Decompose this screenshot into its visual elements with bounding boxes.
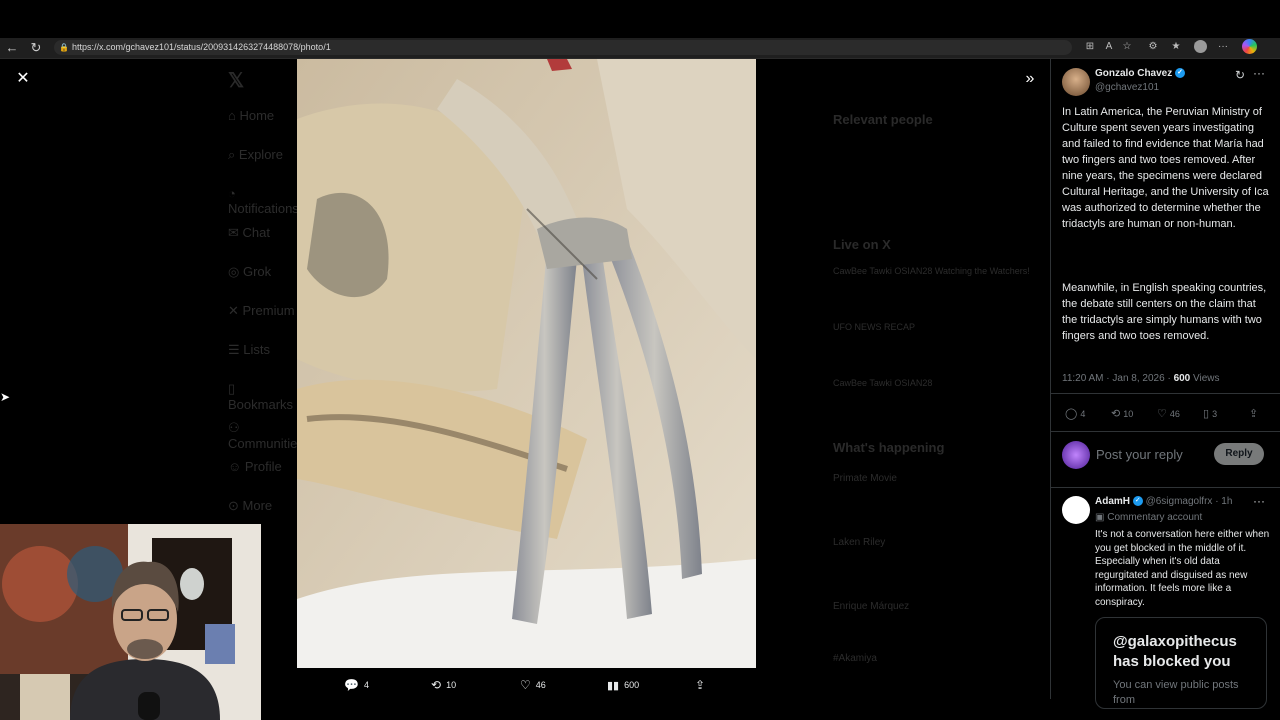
read-aloud-icon[interactable]: A xyxy=(1102,40,1116,54)
nav-item: ⌂ Home xyxy=(228,108,275,123)
more-icon[interactable]: ··· xyxy=(1216,40,1230,54)
back-icon[interactable]: ← xyxy=(4,40,20,56)
dimmed-sidebar: Relevant people Live on X CawBee Tawki O… xyxy=(833,112,1033,664)
photo-repost-button[interactable]: ⟲ 10 xyxy=(431,672,456,698)
webcam-image xyxy=(0,524,261,720)
dimmed-nav: ⌂ Home ⌕ Explore ◔ Notifications ✉ Chat … xyxy=(228,108,304,537)
relevant-people-header: Relevant people xyxy=(833,112,933,127)
post-panel: Gonzalo Chavez ✓ @gchavez101 ↻ ··· In La… xyxy=(1050,59,1280,709)
nav-item: ▯ Bookmarks xyxy=(228,381,294,412)
author-name: Gonzalo Chavez xyxy=(1095,68,1173,79)
reply-author-name: AdamH xyxy=(1095,496,1131,507)
divider xyxy=(1051,431,1280,432)
share-icon: ⇪ xyxy=(695,678,706,692)
views-icon: ▮▮ xyxy=(607,679,620,692)
address-bar[interactable]: 🔒 https://x.com/gchavez101/status/200931… xyxy=(54,40,1072,55)
nav-item: ☰ Lists xyxy=(228,342,271,357)
reload-icon[interactable]: ↻ xyxy=(28,40,44,56)
divider xyxy=(1051,393,1280,394)
views-count: 600 xyxy=(1173,373,1191,384)
collapse-panel-icon[interactable]: » xyxy=(1020,70,1040,88)
reply-age: · 1h xyxy=(1215,496,1233,507)
reply-icon: ◯ xyxy=(1065,408,1078,420)
repost-icon: ⟲ xyxy=(431,678,442,692)
views-label: Views xyxy=(1190,373,1220,384)
like-button[interactable]: ♡ 46 xyxy=(1157,407,1180,420)
favorites-icon[interactable]: ★ xyxy=(1169,40,1183,54)
reply-author-row[interactable]: AdamH ✓ @6sigmagolfrx · 1h xyxy=(1095,496,1232,507)
repost-icon: ⟲ xyxy=(1111,408,1121,420)
reply-submit-button[interactable]: Reply xyxy=(1214,443,1264,465)
blocked-subtitle: You can view public posts from xyxy=(1113,679,1239,706)
like-icon: ♡ xyxy=(520,678,531,692)
happening-header: What's happening xyxy=(833,440,945,455)
post-text-1: In Latin America, the Peruvian Ministry … xyxy=(1062,106,1269,230)
author-avatar[interactable] xyxy=(1062,68,1090,96)
photo-views-button[interactable]: ▮▮ 600 xyxy=(607,672,639,698)
author-name-row[interactable]: Gonzalo Chavez ✓ xyxy=(1095,68,1186,79)
browser-toolbar: ← ↻ 🔒 https://x.com/gchavez101/status/20… xyxy=(0,38,1280,59)
photo-like-button[interactable]: ♡ 46 xyxy=(520,672,546,698)
reply-badge: ▣ Commentary account xyxy=(1095,512,1203,523)
trend-item: Primate Movie xyxy=(833,473,897,484)
apps-icon[interactable]: ⊞ xyxy=(1083,40,1097,54)
more-options-icon[interactable]: ··· xyxy=(1253,66,1265,80)
blocked-title: @galaxopithecus has blocked you xyxy=(1113,633,1237,670)
photo-actions-bar: 💬 4 ⟲ 10 ♡ 46 ▮▮ 600 ⇪ xyxy=(297,672,756,698)
live-item: CawBee Tawki OSIAN28 Watching the Watche… xyxy=(833,266,1030,276)
blocked-card: @galaxopithecus has blocked you You can … xyxy=(1095,617,1267,709)
reply-input[interactable]: Post your reply xyxy=(1096,447,1183,462)
copilot-icon[interactable] xyxy=(1242,39,1257,54)
nav-item: ✕ Premium xyxy=(228,303,295,318)
live-item: UFO NEWS RECAP xyxy=(833,322,916,332)
trend-item: Enrique Márquez xyxy=(833,601,910,612)
reply-text: It's not a conversation here either when… xyxy=(1095,529,1270,608)
like-icon: ♡ xyxy=(1157,408,1167,420)
bookmark-button[interactable]: ▯ 3 xyxy=(1203,407,1217,420)
url-text: https://x.com/gchavez101/status/20093142… xyxy=(72,42,331,52)
close-icon[interactable]: ✕ xyxy=(14,70,32,88)
post-photo[interactable] xyxy=(297,59,756,668)
bookmark-icon: ▯ xyxy=(1203,408,1210,420)
profile-icon[interactable] xyxy=(1194,40,1207,53)
post-text-2: Meanwhile, in English speaking countries… xyxy=(1062,282,1267,342)
nav-item: ⚇ Communities xyxy=(228,420,304,451)
x-logo-icon: 𝕏 xyxy=(228,70,245,92)
reply-icon: 💬 xyxy=(344,678,359,692)
verified-icon: ✓ xyxy=(1132,496,1143,507)
extensions-icon[interactable]: ⚙ xyxy=(1146,40,1160,54)
nav-item: ✉ Chat xyxy=(228,225,270,240)
post-meta: 11:20 AM · Jan 8, 2026 · 600 Views xyxy=(1062,373,1220,384)
nav-item: ☺ Profile xyxy=(228,459,282,474)
repost-button[interactable]: ⟲ 10 xyxy=(1111,407,1133,420)
post-timestamp: 11:20 AM · Jan 8, 2026 · xyxy=(1062,373,1174,384)
live-header: Live on X xyxy=(833,237,891,252)
reply-author-handle: @6sigmagolfrx xyxy=(1145,496,1213,507)
badge-icon: ▣ xyxy=(1095,512,1108,523)
cursor-icon: ➤ xyxy=(0,390,11,404)
reply-author-avatar[interactable] xyxy=(1062,496,1090,524)
my-avatar xyxy=(1062,441,1090,469)
reply-more-icon[interactable]: ··· xyxy=(1253,494,1265,508)
share-icon: ⇪ xyxy=(1249,408,1259,420)
trend-item: Laken Riley xyxy=(833,537,886,548)
trend-item: #Akamiya xyxy=(833,653,877,664)
favorite-icon[interactable]: ☆ xyxy=(1120,40,1134,54)
grok-icon[interactable]: ↻ xyxy=(1235,68,1245,82)
nav-item: ⌕ Explore xyxy=(228,147,283,162)
webcam-overlay xyxy=(0,524,261,720)
live-item: CawBee Tawki OSIAN28 xyxy=(833,378,933,388)
author-handle: @gchavez101 xyxy=(1095,82,1160,93)
photo-share-button[interactable]: ⇪ xyxy=(695,672,705,698)
nav-item: ◎ Grok xyxy=(228,264,272,279)
divider xyxy=(1051,487,1280,488)
verified-icon: ✓ xyxy=(1175,68,1186,79)
nav-item: ◔ Notifications xyxy=(228,186,299,216)
lock-icon: 🔒 xyxy=(59,43,69,52)
photo-reply-button[interactable]: 💬 4 xyxy=(344,672,369,698)
photo-image xyxy=(297,59,756,668)
share-button[interactable]: ⇪ xyxy=(1249,407,1258,420)
reply-button[interactable]: ◯ 4 xyxy=(1065,407,1085,420)
